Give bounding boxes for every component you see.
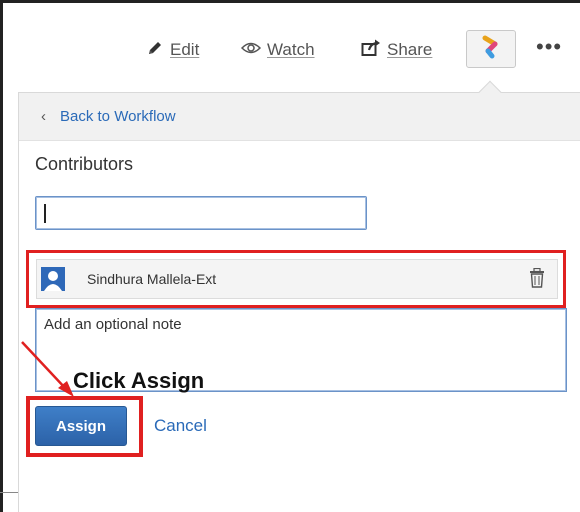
- frame-divider: [0, 492, 18, 493]
- cancel-link[interactable]: Cancel: [154, 416, 207, 436]
- workflow-app-button[interactable]: [466, 30, 516, 68]
- annotation-arrow-icon: [21, 341, 74, 397]
- share-icon: [361, 39, 381, 62]
- share-label: Share: [387, 40, 433, 59]
- edit-button[interactable]: Edit: [146, 36, 199, 64]
- workflow-app-icon: [480, 35, 502, 64]
- watch-button[interactable]: Watch: [240, 36, 315, 64]
- pencil-icon: [146, 39, 164, 62]
- screenshot-frame: Edit Watch Share ••• ‹ Back to Workflow …: [0, 0, 580, 512]
- eye-icon: [240, 40, 262, 60]
- edit-label: Edit: [170, 40, 200, 59]
- share-button[interactable]: Share: [361, 36, 432, 64]
- watch-label: Watch: [267, 40, 315, 59]
- more-actions-button[interactable]: •••: [536, 36, 566, 64]
- highlight-assign-button: [26, 396, 143, 457]
